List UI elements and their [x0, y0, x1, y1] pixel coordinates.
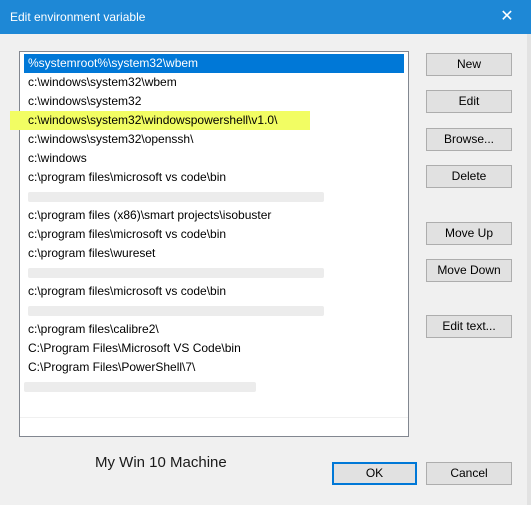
- list-item[interactable]: c:\program files\microsoft vs code\bin: [24, 168, 404, 187]
- close-icon[interactable]: ✕: [497, 7, 517, 27]
- move-down-button[interactable]: Move Down: [426, 259, 512, 282]
- list-item-redacted[interactable]: [24, 377, 404, 396]
- redacted-bar: [28, 268, 324, 278]
- list-item[interactable]: c:\windows: [24, 149, 404, 168]
- list-item-redacted[interactable]: [24, 187, 404, 206]
- redacted-bar: [28, 192, 324, 202]
- dialog-body: %systemroot%\system32\wbem c:\windows\sy…: [0, 34, 531, 505]
- list-item[interactable]: c:\program files (x86)\smart projects\is…: [24, 206, 404, 225]
- edit-text-button[interactable]: Edit text...: [426, 315, 512, 338]
- path-list[interactable]: %systemroot%\system32\wbem c:\windows\sy…: [10, 51, 409, 437]
- list-item[interactable]: c:\program files\microsoft vs code\bin: [24, 282, 404, 301]
- list-item[interactable]: c:\windows\system32: [24, 92, 404, 111]
- divider: [20, 417, 408, 418]
- list-item-highlighted[interactable]: c:\windows\system32\windowspowershell\v1…: [10, 111, 310, 130]
- redacted-bar: [24, 382, 256, 392]
- window-title: Edit environment variable: [10, 10, 146, 24]
- machine-caption: My Win 10 Machine: [95, 454, 227, 471]
- list-item[interactable]: c:\windows\system32\wbem: [24, 73, 404, 92]
- cancel-button[interactable]: Cancel: [426, 462, 512, 485]
- list-item[interactable]: c:\program files\wureset: [24, 244, 404, 263]
- list-item[interactable]: C:\Program Files\PowerShell\7\: [24, 358, 404, 377]
- new-button[interactable]: New: [426, 53, 512, 76]
- delete-button[interactable]: Delete: [426, 165, 512, 188]
- move-up-button[interactable]: Move Up: [426, 222, 512, 245]
- list-item[interactable]: C:\Program Files\Microsoft VS Code\bin: [24, 339, 404, 358]
- title-bar: Edit environment variable ✕: [0, 0, 531, 34]
- list-item[interactable]: %systemroot%\system32\wbem: [24, 54, 404, 73]
- edit-button[interactable]: Edit: [426, 90, 512, 113]
- redacted-bar: [28, 306, 324, 316]
- list-item[interactable]: c:\program files\microsoft vs code\bin: [24, 225, 404, 244]
- ok-button[interactable]: OK: [332, 462, 417, 485]
- list-item[interactable]: c:\windows\system32\openssh\: [24, 130, 404, 149]
- list-item-redacted[interactable]: [24, 301, 404, 320]
- list-item-redacted[interactable]: [24, 263, 404, 282]
- browse-button[interactable]: Browse...: [426, 128, 512, 151]
- list-item[interactable]: c:\program files\calibre2\: [24, 320, 404, 339]
